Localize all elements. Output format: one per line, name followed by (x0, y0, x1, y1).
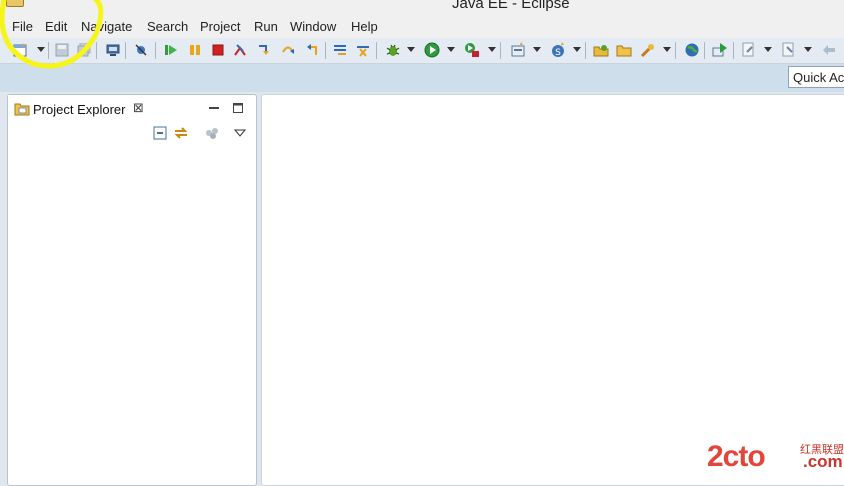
next-annotation-icon[interactable] (740, 41, 757, 58)
minimize-icon[interactable] (208, 101, 220, 113)
step-into-icon[interactable] (255, 41, 272, 58)
menu-file[interactable]: File (12, 19, 33, 34)
save-all-icon[interactable] (75, 41, 92, 58)
terminate-icon[interactable] (209, 41, 226, 58)
toolbar-separator (675, 42, 676, 59)
menu-search[interactable]: Search (147, 19, 188, 34)
editor-area (261, 94, 844, 486)
tab-project-explorer-label: Project Explorer (33, 102, 126, 117)
toolbar-separator (155, 42, 156, 59)
project-explorer-view: Project Explorer ⊠ (7, 94, 257, 486)
quick-access-bar: Quick Access (0, 64, 844, 92)
new-server-dropdown-arrow[interactable] (533, 47, 541, 52)
external-tools-dropdown-arrow[interactable] (488, 47, 496, 52)
toolbar-separator (48, 42, 49, 59)
project-explorer-icon (14, 102, 30, 116)
window-title-bar: Java EE - Eclipse (0, 0, 844, 14)
toolbar-separator (704, 42, 705, 59)
link-with-editor-icon[interactable] (173, 125, 189, 141)
web-service-dropdown-arrow[interactable] (573, 47, 581, 52)
new-web-service-icon[interactable]: S (549, 41, 566, 58)
close-icon[interactable]: ⊠ (133, 100, 144, 116)
tab-project-explorer[interactable]: Project Explorer ⊠ (8, 95, 158, 121)
print-icon[interactable] (104, 41, 121, 58)
run-dropdown-arrow[interactable] (447, 47, 455, 52)
view-menu-icon[interactable] (232, 125, 248, 141)
svg-text:S: S (555, 48, 561, 58)
run-on-server-icon[interactable] (711, 41, 728, 58)
toolbar-separator (376, 42, 377, 59)
step-over-icon[interactable] (279, 41, 296, 58)
debug-dropdown-arrow[interactable] (407, 47, 415, 52)
step-return-icon[interactable] (304, 41, 321, 58)
open-type-icon[interactable] (592, 41, 609, 58)
new-icon[interactable] (12, 41, 29, 58)
toolbar-separator (733, 42, 734, 59)
back-icon[interactable] (820, 41, 837, 58)
run-external-tool-icon[interactable] (463, 41, 480, 58)
menu-help[interactable]: Help (351, 19, 378, 34)
collapse-all-icon[interactable] (152, 125, 168, 141)
menu-edit[interactable]: Edit (45, 19, 67, 34)
main-toolbar: S (0, 38, 844, 64)
menu-run[interactable]: Run (254, 19, 278, 34)
toolbar-separator (500, 42, 501, 59)
resume-icon[interactable] (162, 41, 179, 58)
search-icon[interactable] (639, 41, 656, 58)
debug-icon[interactable] (384, 41, 401, 58)
quick-access-field[interactable]: Quick Access (788, 66, 844, 88)
new-server-icon[interactable] (509, 41, 526, 58)
drop-to-frame-icon[interactable] (354, 41, 371, 58)
menu-navigate[interactable]: Navigate (81, 19, 132, 34)
search-dropdown-arrow[interactable] (663, 47, 671, 52)
menu-bar: File Edit Navigate Search Project Run Wi… (0, 14, 844, 38)
focus-icon[interactable] (204, 125, 220, 141)
maximize-icon[interactable] (232, 101, 244, 113)
use-step-filters-icon[interactable] (331, 41, 348, 58)
watermark-logo: 2cto 红黑联盟 .com (707, 438, 844, 478)
suspend-icon[interactable] (186, 41, 203, 58)
previous-annotation-icon[interactable] (780, 41, 797, 58)
toolbar-separator (96, 42, 97, 59)
next-annotation-dropdown-arrow[interactable] (764, 47, 772, 52)
new-dropdown-arrow[interactable] (37, 47, 45, 52)
menu-window[interactable]: Window (290, 19, 336, 34)
skip-breakpoints-icon[interactable] (132, 41, 149, 58)
save-icon[interactable] (53, 41, 70, 58)
disconnect-icon[interactable] (231, 41, 248, 58)
window-title: Java EE - Eclipse (452, 0, 570, 12)
toolbar-separator (325, 42, 326, 59)
open-web-browser-icon[interactable] (683, 41, 700, 58)
watermark-domain-text: .com (803, 452, 843, 471)
run-icon[interactable] (423, 41, 440, 58)
open-task-icon[interactable] (615, 41, 632, 58)
menu-project[interactable]: Project (200, 19, 240, 34)
toolbar-separator (125, 42, 126, 59)
toolbar-separator (585, 42, 586, 59)
eclipse-app-icon (6, 0, 24, 7)
watermark-main-text: 2cto (707, 440, 766, 473)
previous-annotation-dropdown-arrow[interactable] (804, 47, 812, 52)
